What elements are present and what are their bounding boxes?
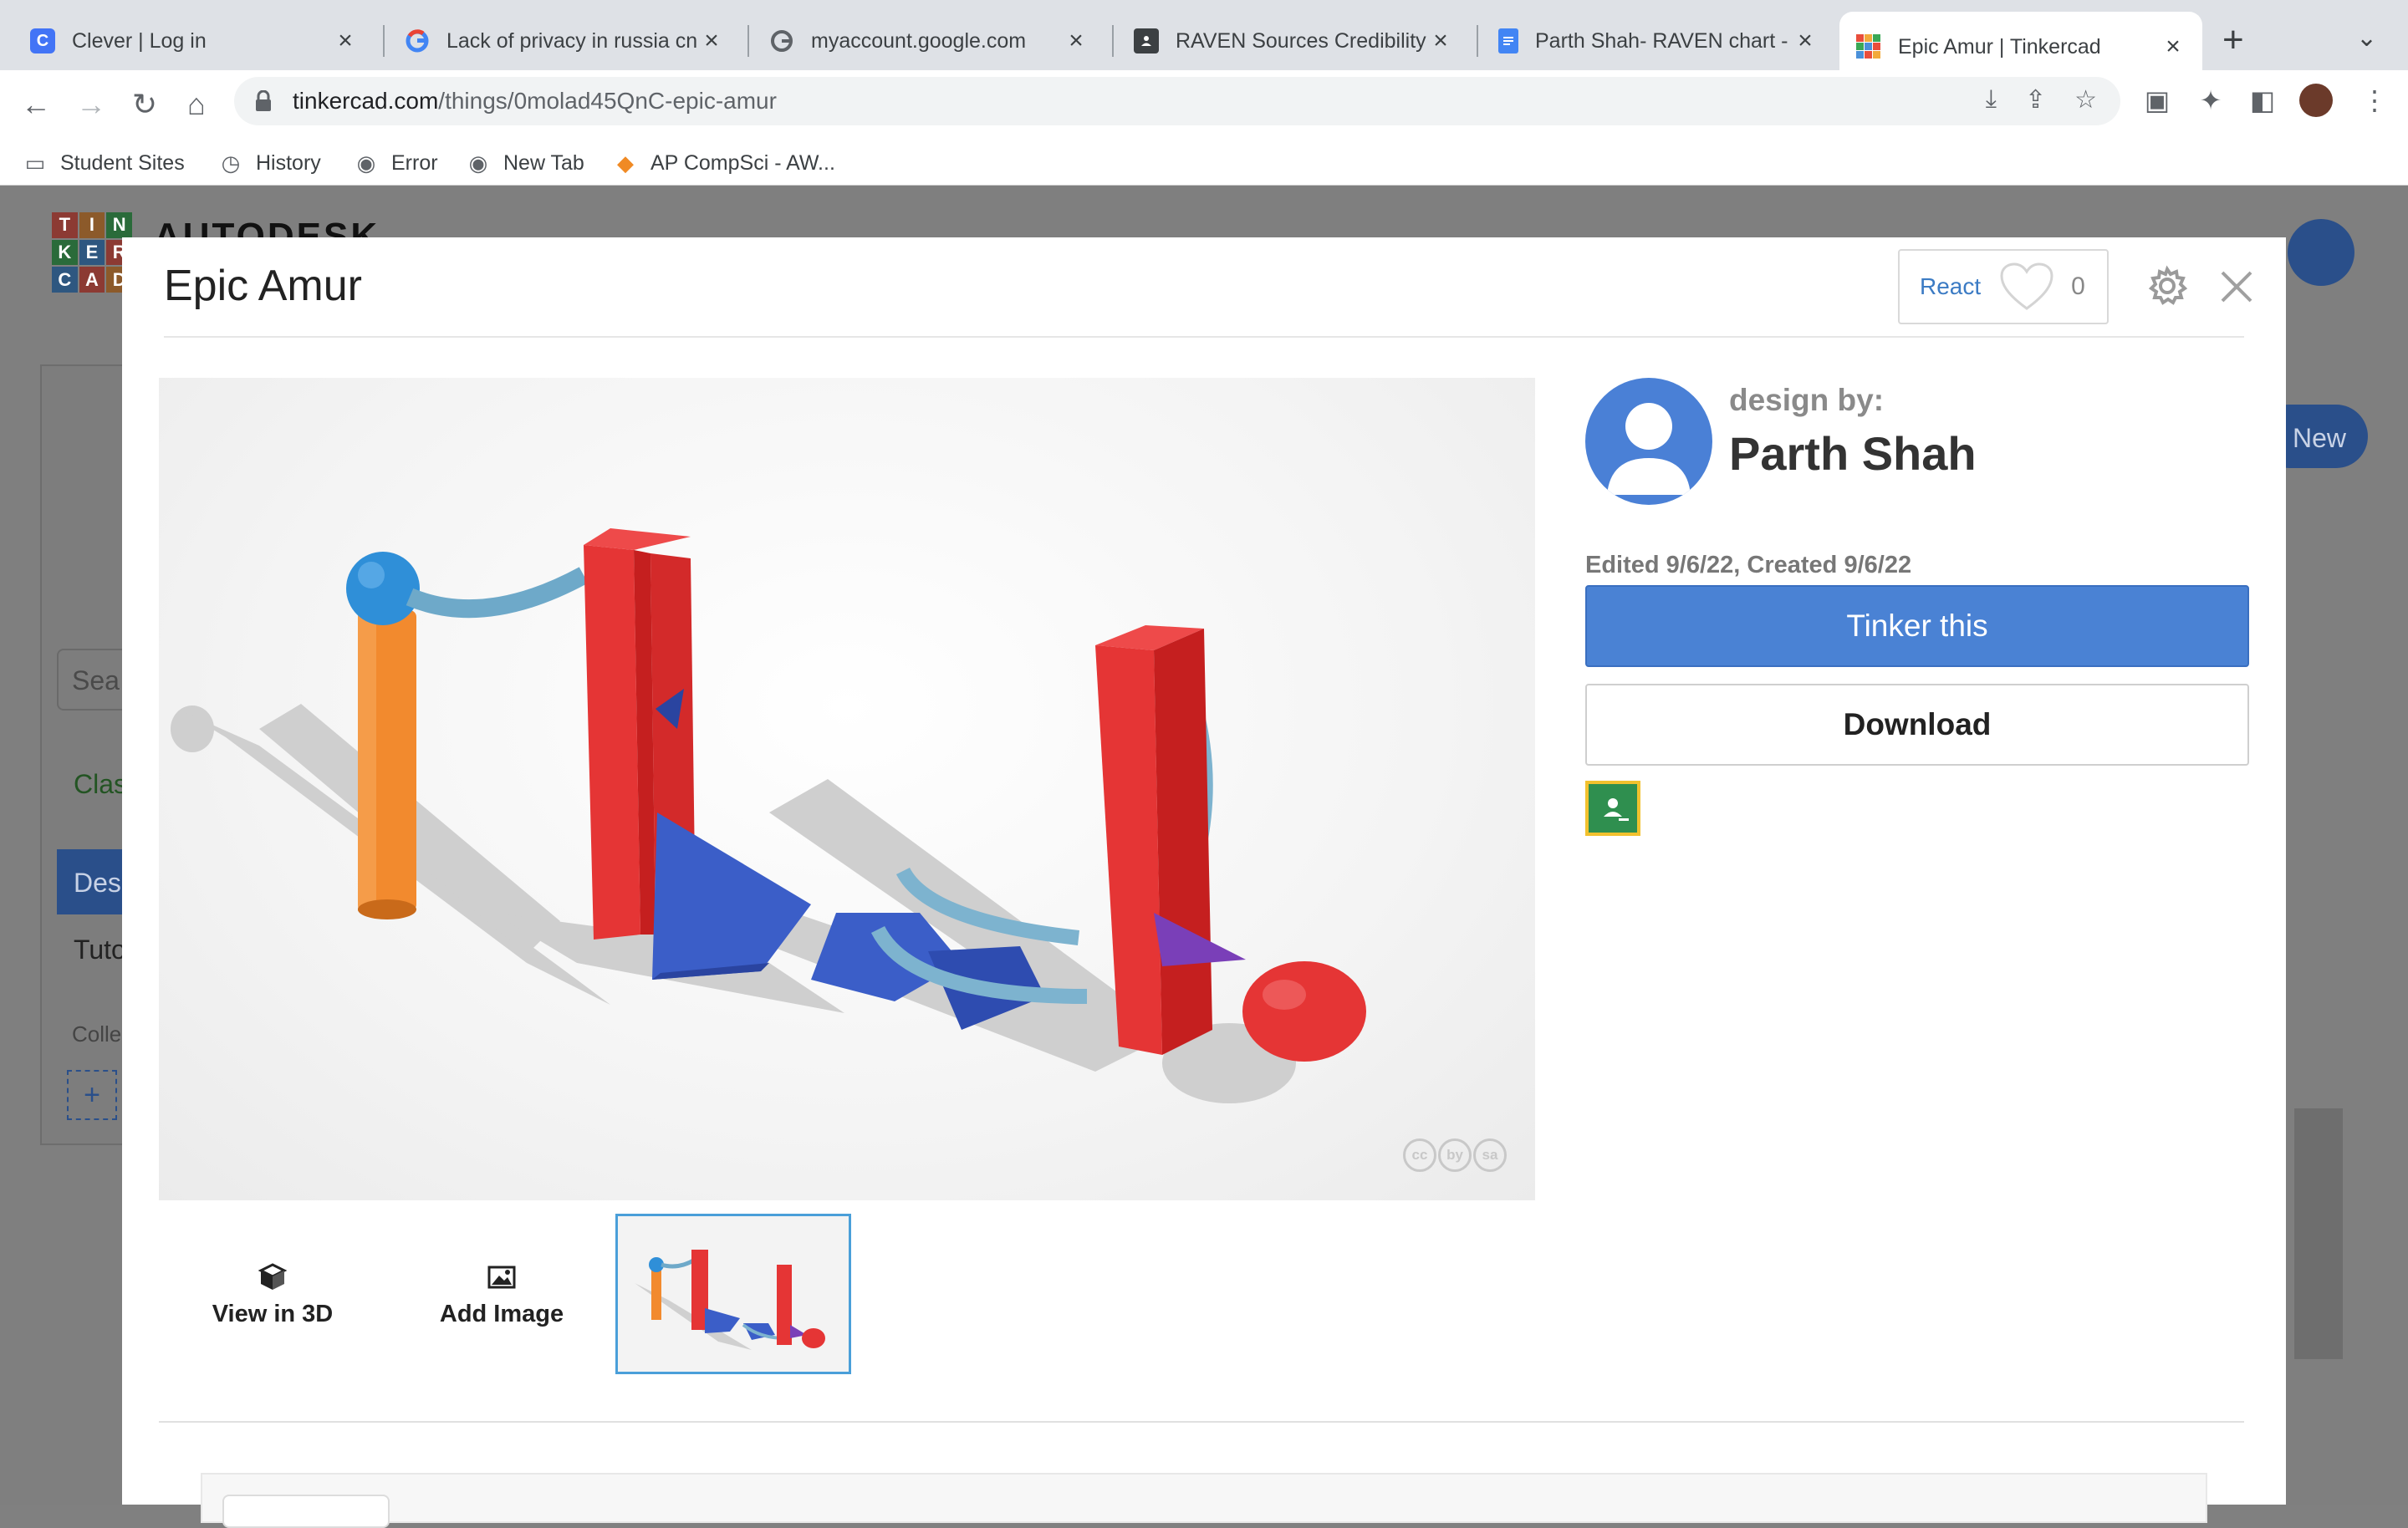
sidebar-item-classes[interactable]: Clas [74,769,127,800]
license-icons: cc by sa [1403,1138,1507,1172]
puzzle-icon[interactable]: ✦ [2194,84,2227,117]
close-tab-icon[interactable]: × [1064,27,1089,55]
forward-icon[interactable]: → [70,84,112,125]
design-modal: Epic Amur React 0 cc by sa View in 3D Ad… [122,237,2286,1528]
tab-title: Parth Shah- RAVEN chart - [1535,28,1788,53]
tab-title: Lack of privacy in russia cn [446,28,698,53]
view-in-3d-label: View in 3D [212,1300,334,1327]
bookmark-new-tab[interactable]: ◉ New Tab [467,145,584,181]
tab-privacy[interactable]: Lack of privacy in russia cn × [388,12,741,70]
edit-dates: Edited 9/6/22, Created 9/6/22 [1585,552,1912,578]
url-host: tinkercad.com [293,88,439,114]
url-path: /things/0molad45QnC-epic-amur [438,88,777,114]
background-thumbnail [2294,1108,2343,1359]
tab-divider [747,25,749,57]
bookmark-star-icon[interactable]: ☆ [2074,85,2097,115]
description-panel [201,1473,2207,1523]
react-count: 0 [2071,272,2085,300]
cube-icon: ◆ [617,150,634,176]
tinkercad-icon [1856,34,1881,59]
description-tab[interactable] [222,1495,390,1528]
tab-clever[interactable]: C Clever | Log in × [13,12,375,70]
user-avatar[interactable] [2288,219,2354,286]
docs-icon [1498,28,1518,53]
globe-icon: ◉ [356,150,376,176]
design-thumbnail[interactable] [615,1214,851,1374]
google-classroom-icon[interactable] [1585,781,1640,836]
image-icon [487,1266,516,1288]
bookmark-error[interactable]: ◉ Error [355,145,438,181]
tab-search-chevron-icon[interactable]: ⌄ [2356,23,2377,53]
history-icon: ◷ [221,150,241,176]
design-preview-image: cc by sa [159,378,1535,1200]
download-button[interactable]: Download [1585,684,2249,766]
bookmark-history[interactable]: ◷ History [219,145,321,181]
profile-avatar[interactable] [2299,84,2333,117]
modal-title: Epic Amur [164,262,362,310]
add-image-button[interactable]: Add Image [418,1240,585,1349]
close-tab-icon[interactable]: × [1793,27,1818,55]
tinkercad-logo: T I N K E R C A D [52,212,132,293]
gear-icon[interactable] [2145,264,2189,308]
tab-divider [1112,25,1114,57]
reload-icon[interactable]: ↻ [124,84,166,125]
tab-title: Epic Amur | Tinkercad [1898,34,2101,59]
share-icon[interactable]: ⇪ [2025,85,2046,115]
close-tab-icon[interactable]: × [1428,27,1453,55]
header-divider [164,336,2244,338]
search-input[interactable]: Sea [57,649,132,711]
tab-title: RAVEN Sources Credibility [1176,28,1426,53]
close-tab-icon[interactable]: × [333,27,358,55]
react-button[interactable]: React 0 [1898,249,2109,324]
author-avatar[interactable] [1585,378,1712,505]
tab-raven-chart[interactable]: Parth Shah- RAVEN chart - × [1482,12,1834,70]
cc-icon: cc [1403,1138,1436,1172]
tab-title: Clever | Log in [72,28,207,53]
author-name[interactable]: Parth Shah [1729,426,1977,481]
close-tab-icon[interactable]: × [2161,33,2186,61]
attribution-icon: by [1438,1138,1472,1172]
google-icon [405,28,430,53]
tab-divider [1477,25,1478,57]
bookmarks-bar: ▭ Student Sites ◷ History ◉ Error ◉ New Tab … [0,142,2408,186]
contact-icon [1134,28,1159,53]
bookmark-ap-compsci[interactable]: ◆ AP CompSci - AW... [614,145,835,181]
sidebar-item-tutorials[interactable]: Tuto [74,935,126,965]
menu-kebab-icon[interactable]: ⋮ [2358,84,2391,117]
close-tab-icon[interactable]: × [699,27,724,55]
back-icon[interactable]: ← [15,84,57,125]
collections-label: Colle [72,1021,122,1047]
side-panel-icon[interactable]: ◧ [2246,84,2279,117]
home-icon[interactable]: ⌂ [176,84,217,125]
extension-icon[interactable]: ▣ [2140,84,2174,117]
add-collection-button[interactable]: + [67,1070,117,1120]
lock-icon [254,89,273,112]
google-icon [769,28,794,53]
cube-icon [258,1262,288,1290]
design-by-label: design by: [1729,383,1885,417]
tab-divider [383,25,385,57]
address-bar[interactable]: tinkercad.com/things/0molad45QnC-epic-am… [234,77,2120,125]
close-icon[interactable] [2212,262,2261,311]
heart-icon [2000,262,2053,310]
tab-title: myaccount.google.com [811,28,1027,53]
new-tab-button[interactable]: + [2222,22,2244,59]
tinker-this-button[interactable]: Tinker this [1585,585,2249,667]
add-image-label: Add Image [439,1300,564,1327]
install-icon[interactable]: ⤓ [1986,85,1997,115]
clever-icon: C [30,28,55,53]
react-label: React [1920,273,1982,299]
view-in-3d-button[interactable]: View in 3D [189,1240,356,1349]
share-alike-icon: sa [1473,1138,1507,1172]
folder-icon: ▭ [24,150,46,176]
section-divider [159,1421,2244,1423]
globe-icon: ◉ [468,150,488,176]
sidebar-item-designs[interactable]: Des [57,849,132,914]
bookmark-student-sites[interactable]: ▭ Student Sites [23,145,185,181]
tab-myaccount[interactable]: myaccount.google.com × [752,12,1105,70]
tab-raven-sources[interactable]: RAVEN Sources Credibility × [1117,12,1470,70]
